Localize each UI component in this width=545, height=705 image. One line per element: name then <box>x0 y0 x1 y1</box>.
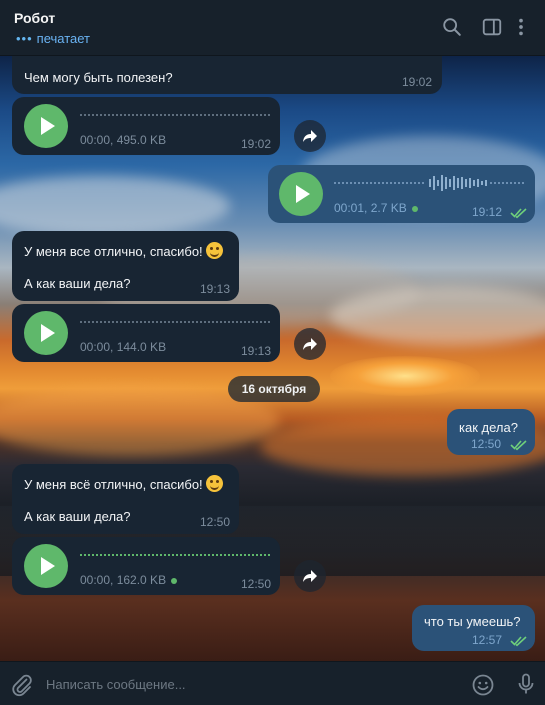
typing-status: ••• печатает <box>16 31 90 46</box>
message-time: 12:50 <box>471 437 502 451</box>
voice-meta: 00:00, 144.0 KB <box>80 340 167 354</box>
play-icon[interactable] <box>24 544 68 588</box>
attach-icon[interactable] <box>10 673 34 697</box>
message-bubble-incoming[interactable]: У меня все отлично, спасибо! А как ваши … <box>12 231 239 301</box>
message-text: что ты умеешь? <box>424 614 521 629</box>
message-bubble-incoming[interactable]: Чем могу быть полезен? 19:02 <box>12 56 442 94</box>
message-time: 12:50 <box>200 515 231 529</box>
forward-button[interactable] <box>294 560 326 592</box>
waveform[interactable] <box>334 173 524 193</box>
message-composer <box>0 661 545 705</box>
forward-icon <box>303 338 317 350</box>
message-list[interactable]: Чем могу быть полезен? 19:02 00:00, 495.… <box>0 56 545 661</box>
microphone-icon[interactable] <box>514 672 538 696</box>
message-time: 12:57 <box>472 633 503 647</box>
double-check-icon <box>510 208 527 219</box>
date-separator: 16 октября <box>228 376 320 402</box>
message-time: 19:13 <box>241 344 272 358</box>
smile-emoji-icon <box>205 475 223 492</box>
message-text: Чем могу быть полезен? <box>24 70 173 85</box>
sidebar-toggle-icon[interactable] <box>481 16 503 38</box>
voice-meta-text: 00:00, 162.0 KB <box>80 573 167 587</box>
message-bubble-outgoing[interactable]: как дела? 12:50 <box>447 409 535 455</box>
unplayed-dot <box>171 577 178 584</box>
forward-button[interactable] <box>294 328 326 360</box>
voice-meta: 00:00, 495.0 KB <box>80 133 167 147</box>
message-time: 12:50 <box>241 577 272 591</box>
message-time: 19:12 <box>472 205 503 219</box>
message-bubble-outgoing[interactable]: что ты умеешь? 12:57 <box>412 605 535 651</box>
chat-header: Робот ••• печатает <box>0 0 545 56</box>
double-check-icon <box>510 440 527 451</box>
play-icon[interactable] <box>24 311 68 355</box>
play-icon[interactable] <box>24 104 68 148</box>
message-line: У меня все отлично, спасибо! <box>24 244 203 259</box>
message-line: У меня всё отлично, спасибо! <box>24 477 203 492</box>
message-text: У меня все отлично, спасибо! <box>24 242 223 259</box>
message-text: А как ваши дела? <box>24 509 131 524</box>
unplayed-dot <box>411 205 418 212</box>
waveform[interactable] <box>80 545 270 565</box>
message-text: как дела? <box>459 420 518 435</box>
typing-dots-icon: ••• <box>16 31 33 46</box>
voice-meta: 00:01, 2.7 KB <box>334 201 418 215</box>
smile-emoji-icon <box>205 242 223 259</box>
play-icon[interactable] <box>279 172 323 216</box>
search-icon[interactable] <box>441 16 463 38</box>
emoji-icon[interactable] <box>471 673 495 697</box>
message-time: 19:02 <box>402 75 433 89</box>
chat-title[interactable]: Робот <box>14 10 55 26</box>
forward-icon <box>303 130 317 142</box>
voice-meta-text: 00:01, 2.7 KB <box>334 201 407 215</box>
message-time: 19:02 <box>241 137 272 151</box>
double-check-icon <box>510 636 527 647</box>
message-text: У меня всё отлично, спасибо! <box>24 475 223 492</box>
more-vertical-icon[interactable] <box>516 16 526 38</box>
message-input[interactable] <box>46 670 446 698</box>
waveform[interactable] <box>80 105 270 125</box>
waveform[interactable] <box>80 312 270 332</box>
voice-message-incoming[interactable]: 00:00, 162.0 KB 12:50 <box>12 537 280 595</box>
message-time: 19:13 <box>200 282 231 296</box>
typing-status-text: печатает <box>36 31 91 46</box>
message-text: А как ваши дела? <box>24 276 131 291</box>
voice-message-incoming[interactable]: 00:00, 144.0 KB 19:13 <box>12 304 280 362</box>
voice-meta: 00:00, 162.0 KB <box>80 573 178 587</box>
voice-message-outgoing[interactable]: 00:01, 2.7 KB 19:12 <box>268 165 535 223</box>
voice-message-incoming[interactable]: 00:00, 495.0 KB 19:02 <box>12 97 280 155</box>
message-bubble-incoming[interactable]: У меня всё отлично, спасибо! А как ваши … <box>12 464 239 534</box>
forward-button[interactable] <box>294 120 326 152</box>
forward-icon <box>303 570 317 582</box>
